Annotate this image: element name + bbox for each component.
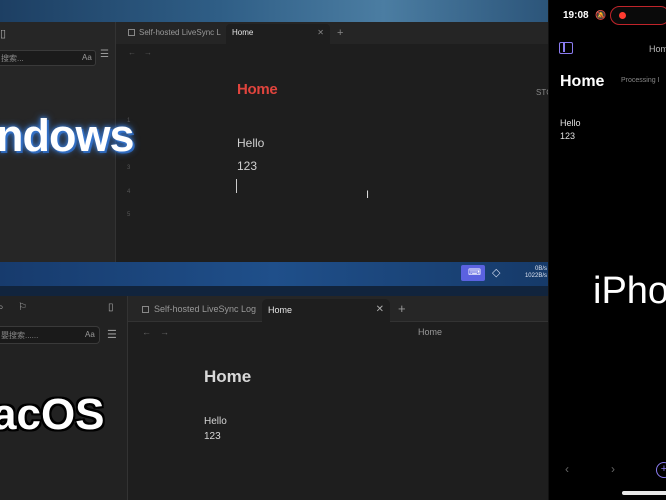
line-number: 4 xyxy=(127,188,131,195)
back-icon[interactable]: ‹ xyxy=(565,462,569,476)
close-tab-icon[interactable]: ✕ xyxy=(317,28,324,37)
windows-title-bar xyxy=(0,0,548,22)
forward-icon[interactable]: → xyxy=(160,327,178,337)
sort-options-icon[interactable]: ☰ xyxy=(107,328,117,341)
tab-label: Home xyxy=(232,28,254,37)
search-placeholder: 搜索... xyxy=(1,54,24,63)
match-case-button[interactable]: Aa xyxy=(82,53,92,62)
new-tab-button[interactable]: + xyxy=(398,301,406,316)
forward-icon[interactable]: → xyxy=(144,48,160,57)
note-title: Home xyxy=(237,81,278,98)
macos-search-input[interactable]: 嬰搜索...... Aa xyxy=(0,326,100,344)
taskbar-app-button[interactable]: ⌨ xyxy=(461,265,485,281)
search-placeholder: 嬰搜索...... xyxy=(1,331,39,340)
editor-content[interactable]: Hello 123 xyxy=(560,117,581,143)
editor-content[interactable]: Hello 123 xyxy=(204,414,227,444)
new-note-icon[interactable]: + xyxy=(656,462,666,478)
windows-search-input[interactable]: 搜索... Aa xyxy=(0,50,96,66)
tab-home[interactable]: Home ✕ xyxy=(262,299,390,322)
file-icon xyxy=(128,29,135,36)
close-tab-icon[interactable]: ✕ xyxy=(376,304,384,315)
editor-line: 123 xyxy=(204,431,221,442)
tab-label: Self-hosted LiveSync L xyxy=(139,28,221,37)
iphone-overlay-label: iPho xyxy=(593,270,666,312)
network-speed: 0B/s 1022B/s xyxy=(521,266,547,280)
bookmark-icon[interactable]: ⚐ xyxy=(18,302,27,313)
mouse-ibeam-cursor: I xyxy=(366,189,370,201)
line-number: 5 xyxy=(127,212,131,218)
sync-status: Processing I xyxy=(621,77,660,84)
app-icon: ⌨ xyxy=(468,267,481,277)
tab-label: Self-hosted LiveSync Log xyxy=(154,304,257,314)
sidebar-toggle-icon[interactable]: ▯ xyxy=(108,302,114,313)
tab-livesync-log[interactable]: Self-hosted LiveSync L xyxy=(120,24,226,42)
editor-line: 123 xyxy=(237,159,258,173)
note-title: Home xyxy=(560,73,605,90)
iphone-screen: 19:08 🔕 Home Home Processing I Hello 123… xyxy=(548,0,666,500)
editor-line: Hello xyxy=(560,118,581,128)
text-caret xyxy=(236,179,237,193)
editor-content[interactable]: Hello 123 xyxy=(237,132,264,178)
note-title: Home xyxy=(204,367,252,386)
sort-options-icon[interactable]: ☰ xyxy=(100,49,109,60)
forward-icon[interactable]: › xyxy=(611,462,615,476)
match-case-button[interactable]: Aa xyxy=(85,330,95,339)
truncated-label: STC xyxy=(536,88,548,97)
file-icon xyxy=(142,306,149,313)
screen-recording-indicator[interactable] xyxy=(610,6,666,25)
breadcrumb: Home xyxy=(418,327,443,337)
sidebar-toggle-icon[interactable] xyxy=(559,42,573,54)
upload-speed: 0B/s xyxy=(534,266,547,272)
editor-line: Hello xyxy=(204,416,227,427)
tab-livesync-log[interactable]: Self-hosted LiveSync Log xyxy=(134,300,262,320)
tab-home[interactable]: Home ✕ xyxy=(226,24,330,44)
back-icon[interactable]: ← xyxy=(142,327,160,337)
home-indicator xyxy=(622,491,666,495)
silent-bell-icon: 🔕 xyxy=(595,10,607,20)
record-dot-icon xyxy=(619,12,626,19)
macos-app-window: ⌕ ⚐ ▯ 嬰搜索...... Aa ☰ Self-hosted LiveSyn… xyxy=(0,296,548,500)
back-icon[interactable]: ← xyxy=(128,48,144,57)
new-tab-button[interactable]: + xyxy=(337,27,343,39)
taskbar-diamond-icon[interactable]: ◇ xyxy=(492,266,500,279)
nav-arrows: ←→ xyxy=(128,48,160,57)
editor-line: Hello xyxy=(237,136,265,150)
download-speed: 1022B/s xyxy=(524,273,547,279)
windows-overlay-label: ndows xyxy=(0,110,134,161)
macos-overlay-label: acOS xyxy=(0,390,105,439)
nav-arrows: ←→ xyxy=(142,327,178,337)
header-title: Home xyxy=(649,44,666,54)
sidebar-toggle-icon[interactable]: ▯ xyxy=(0,27,10,40)
divider-strip xyxy=(0,286,548,296)
search-icon[interactable]: ⌕ xyxy=(0,302,4,313)
tab-label: Home xyxy=(268,305,293,315)
editor-line: 123 xyxy=(560,131,576,141)
status-time: 19:08 xyxy=(563,10,589,21)
windows-app-window: ▯ 搜索... Aa ☰ Self-hosted LiveSync L Home… xyxy=(0,0,548,296)
